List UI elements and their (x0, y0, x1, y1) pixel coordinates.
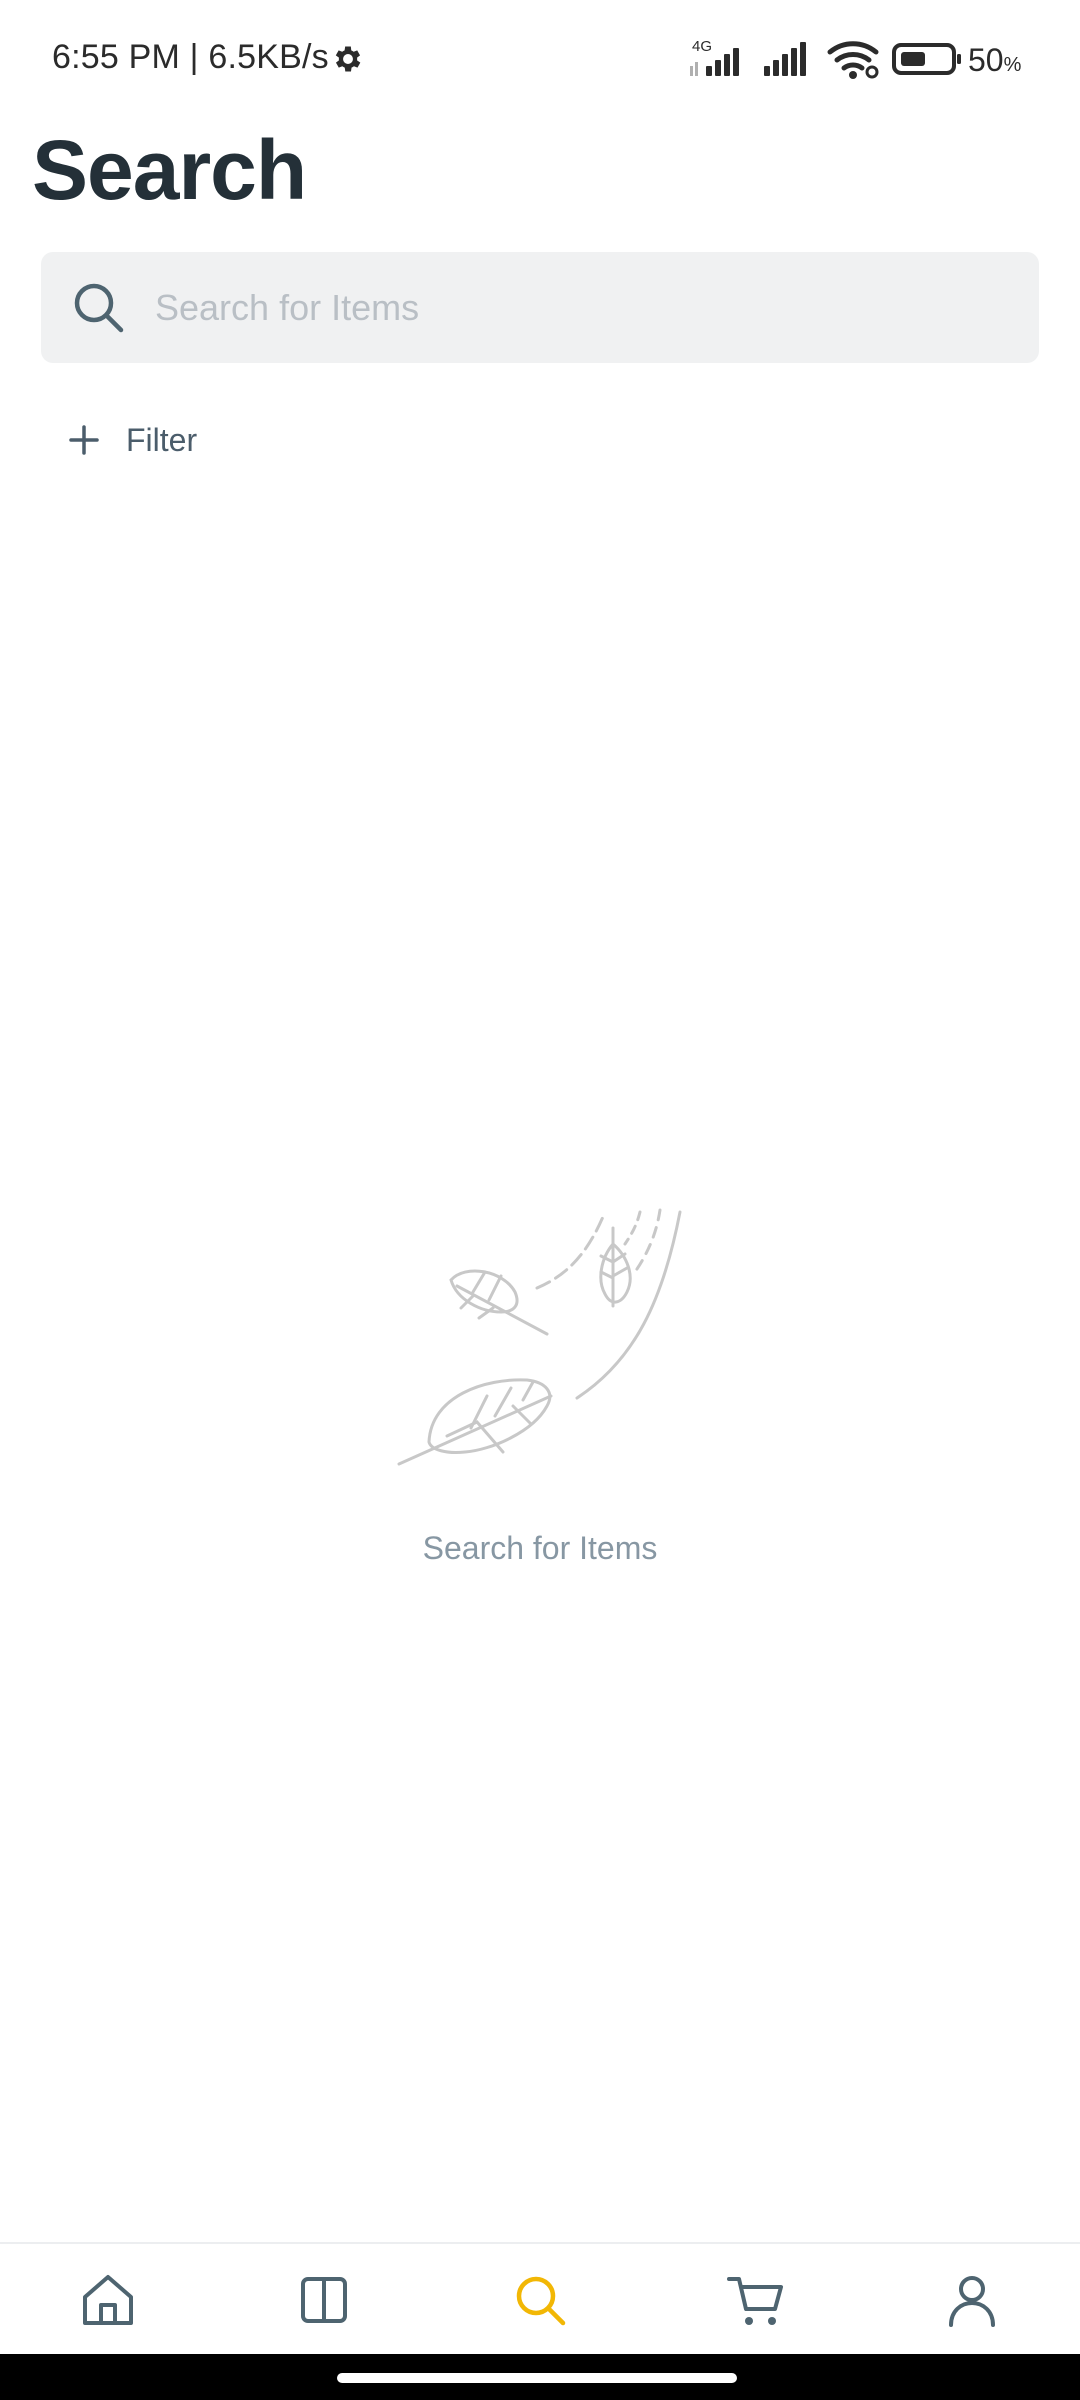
catalog-icon (301, 2277, 347, 2323)
home-gesture-handle[interactable] (337, 2373, 737, 2383)
wifi-icon (827, 41, 879, 79)
plus-icon (69, 425, 99, 455)
search-icon (74, 283, 124, 333)
gesture-navigation-area (0, 2354, 1080, 2400)
empty-state-message: Search for Items (422, 1530, 658, 1566)
cart-icon (727, 2277, 783, 2325)
search-bar[interactable] (41, 252, 1039, 363)
filter-button[interactable]: Filter (62, 410, 197, 470)
falling-leaves-icon (397, 1208, 682, 1466)
settings-gear-icon (335, 46, 361, 72)
profile-icon (949, 2276, 995, 2327)
filter-label: Filter (126, 421, 198, 458)
cellular-signal-4g-icon: 4G (686, 38, 756, 80)
nav-cart[interactable] (648, 2244, 864, 2356)
search-icon (516, 2276, 566, 2326)
battery-percent: 50% (968, 42, 1022, 78)
nav-search[interactable] (432, 2244, 648, 2356)
cellular-signal-icon (764, 42, 806, 76)
status-time: 6:55 PM | 6.5KB/s (52, 38, 329, 76)
battery-icon (892, 43, 961, 75)
nav-profile[interactable] (864, 2244, 1080, 2356)
status-bar: 6:55 PM | 6.5KB/s 4G 50% (0, 0, 1080, 122)
page-title: Search (32, 123, 307, 217)
nav-home[interactable] (0, 2244, 216, 2356)
search-input[interactable] (155, 252, 1015, 363)
nav-catalog[interactable] (216, 2244, 432, 2356)
bottom-navigation (0, 2242, 1080, 2356)
search-screen: 6:55 PM | 6.5KB/s 4G 50% Search Search f… (0, 0, 1080, 2400)
home-icon (83, 2275, 133, 2325)
